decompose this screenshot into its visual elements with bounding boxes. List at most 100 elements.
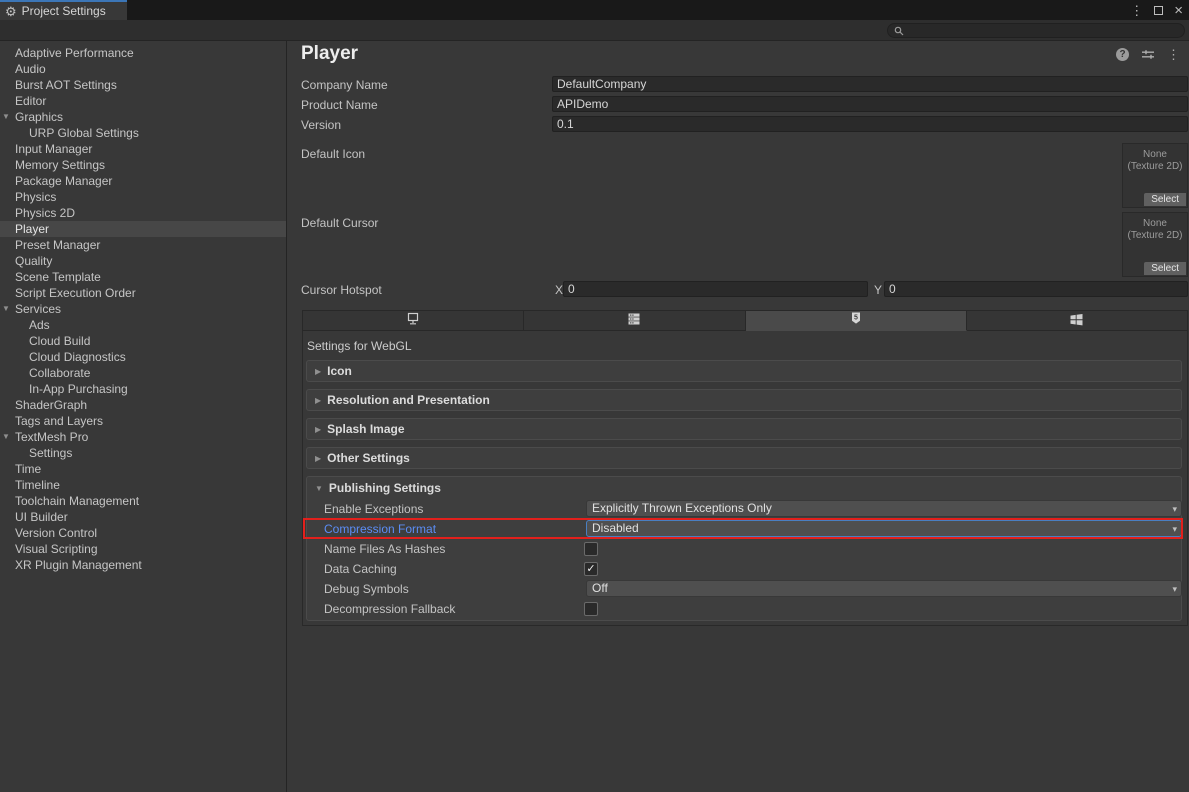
kebab-menu-icon[interactable]: ⋮ [1130, 4, 1143, 17]
tab-dedicated-server[interactable] [524, 310, 745, 331]
sidebar-item-physics[interactable]: Physics [0, 189, 286, 205]
enable-exceptions-label: Enable Exceptions [324, 502, 423, 516]
sidebar-item-version-control[interactable]: Version Control [0, 525, 286, 541]
sidebar-item-label: Time [15, 462, 41, 476]
sidebar-item-ads[interactable]: Ads [0, 317, 286, 333]
sidebar-item-adaptive-performance[interactable]: Adaptive Performance [0, 45, 286, 61]
hotspot-x-input[interactable]: 0 [563, 281, 868, 297]
select-button[interactable]: Select [1144, 262, 1186, 275]
section-icon[interactable]: ▶Icon [306, 360, 1182, 382]
name-files-as-hashes-label: Name Files As Hashes [324, 542, 445, 556]
sidebar-item-graphics[interactable]: ▼Graphics [0, 109, 286, 125]
texture-none-label: None [1123, 149, 1187, 161]
sidebar-item-cloud-diagnostics[interactable]: Cloud Diagnostics [0, 349, 286, 365]
sidebar-item-quality[interactable]: Quality [0, 253, 286, 269]
compression-format-dropdown[interactable]: Disabled▾ [586, 520, 1182, 537]
project-settings-tab[interactable]: ⚙ Project Settings [0, 0, 127, 20]
foldout-closed-icon: ▶ [315, 425, 321, 434]
sidebar-item-editor[interactable]: Editor [0, 93, 286, 109]
sidebar-item-player[interactable]: Player [0, 221, 286, 237]
preset-icon[interactable] [1141, 48, 1155, 61]
sidebar-item-label: Settings [29, 446, 72, 460]
enable-exceptions-dropdown[interactable]: Explicitly Thrown Exceptions Only▾ [586, 500, 1182, 517]
sidebar-item-ui-builder[interactable]: UI Builder [0, 509, 286, 525]
sidebar-item-collaborate[interactable]: Collaborate [0, 365, 286, 381]
section-splash-image[interactable]: ▶ Splash Image [306, 418, 1182, 440]
monitor-icon [405, 312, 421, 329]
sidebar-item-script-execution-order[interactable]: Script Execution Order [0, 285, 286, 301]
page-title: Player [301, 43, 358, 65]
sidebar-item-physics-2d[interactable]: Physics 2D [0, 205, 286, 221]
sidebar-item-label: ShaderGraph [15, 398, 87, 412]
help-icon[interactable]: ? [1116, 48, 1129, 61]
product-name-input[interactable]: APIDemo [552, 96, 1188, 112]
default-icon-texture-box[interactable]: None (Texture 2D) Select [1122, 143, 1188, 208]
sidebar-item-package-manager[interactable]: Package Manager [0, 173, 286, 189]
sidebar-item-label: Player [15, 222, 49, 236]
product-name-label: Product Name [301, 98, 378, 112]
sidebar-item-audio[interactable]: Audio [0, 61, 286, 77]
search-input[interactable] [887, 23, 1185, 38]
tab-standalone[interactable] [302, 310, 524, 331]
decompression-fallback-label: Decompression Fallback [324, 602, 455, 616]
header-icons: ? ⋮ [1116, 48, 1180, 61]
sidebar-item-visual-scripting[interactable]: Visual Scripting [0, 541, 286, 557]
gear-icon: ⚙ [5, 5, 17, 18]
foldout-closed-icon: ▶ [315, 396, 321, 405]
tab-webgl[interactable]: 5 [746, 310, 967, 331]
chevron-down-icon: ▾ [1172, 582, 1177, 597]
decompression-fallback-checkbox[interactable] [584, 602, 598, 616]
sidebar-item-input-manager[interactable]: Input Manager [0, 141, 286, 157]
select-button[interactable]: Select [1144, 193, 1186, 206]
sidebar-item-services[interactable]: ▼Services [0, 301, 286, 317]
sidebar-item-xr-plugin-management[interactable]: XR Plugin Management [0, 557, 286, 573]
default-cursor-label: Default Cursor [301, 216, 378, 230]
sidebar-item-time[interactable]: Time [0, 461, 286, 477]
settings-for-label: Settings for WebGL [307, 339, 412, 353]
sidebar-item-label: Graphics [15, 110, 63, 124]
texture-none-label: None [1123, 218, 1187, 230]
sidebar-item-burst-aot-settings[interactable]: Burst AOT Settings [0, 77, 286, 93]
compression-format-label: Compression Format [324, 522, 436, 536]
default-cursor-texture-box[interactable]: None (Texture 2D) Select [1122, 212, 1188, 277]
data-caching-label: Data Caching [324, 562, 397, 576]
sidebar-item-settings[interactable]: Settings [0, 445, 286, 461]
sidebar-item-label: Adaptive Performance [15, 46, 134, 60]
name-files-as-hashes-checkbox[interactable] [584, 542, 598, 556]
sidebar-item-tags-and-layers[interactable]: Tags and Layers [0, 413, 286, 429]
windows-icon [1069, 312, 1084, 329]
close-icon[interactable]: × [1174, 3, 1183, 18]
sidebar-item-toolchain-management[interactable]: Toolchain Management [0, 493, 286, 509]
maximize-icon[interactable] [1154, 6, 1163, 15]
version-input[interactable]: 0.1 [552, 116, 1188, 132]
hotspot-y-input[interactable]: 0 [884, 281, 1188, 297]
publishing-settings-header[interactable]: ▼ Publishing Settings [307, 481, 441, 495]
sidebar-item-scene-template[interactable]: Scene Template [0, 269, 286, 285]
data-caching-checkbox[interactable]: ✓ [584, 562, 598, 576]
hotspot-x-label: X [555, 283, 563, 297]
texture-type-label: (Texture 2D) [1123, 161, 1187, 173]
sidebar-item-urp-global-settings[interactable]: URP Global Settings [0, 125, 286, 141]
tab-windows[interactable] [967, 310, 1188, 331]
sidebar-item-shadergraph[interactable]: ShaderGraph [0, 397, 286, 413]
sidebar-item-label: Toolchain Management [15, 494, 139, 508]
sidebar-item-in-app-purchasing[interactable]: In-App Purchasing [0, 381, 286, 397]
foldout-open-icon: ▼ [315, 484, 323, 493]
sidebar-item-preset-manager[interactable]: Preset Manager [0, 237, 286, 253]
section-other-settings[interactable]: ▶Other Settings [306, 447, 1182, 469]
debug-symbols-dropdown[interactable]: Off▾ [586, 580, 1182, 597]
sidebar-item-label: Cloud Build [29, 334, 90, 348]
sidebar-item-timeline[interactable]: Timeline [0, 477, 286, 493]
foldout-closed-icon: ▶ [315, 367, 321, 376]
sidebar-item-label: Scene Template [15, 270, 101, 284]
section-label: Splash Image [327, 422, 404, 436]
platform-tab-bar: 5 [302, 310, 1188, 331]
section-resolution-and-presentation[interactable]: ▶Resolution and Presentation [306, 389, 1182, 411]
kebab-menu-icon[interactable]: ⋮ [1167, 48, 1180, 61]
sidebar-item-label: Cloud Diagnostics [29, 350, 126, 364]
sidebar-item-cloud-build[interactable]: Cloud Build [0, 333, 286, 349]
sidebar-item-memory-settings[interactable]: Memory Settings [0, 157, 286, 173]
sidebar-item-label: Input Manager [15, 142, 92, 156]
sidebar-item-textmesh-pro[interactable]: ▼TextMesh Pro [0, 429, 286, 445]
company-name-input[interactable]: DefaultCompany [552, 76, 1188, 92]
